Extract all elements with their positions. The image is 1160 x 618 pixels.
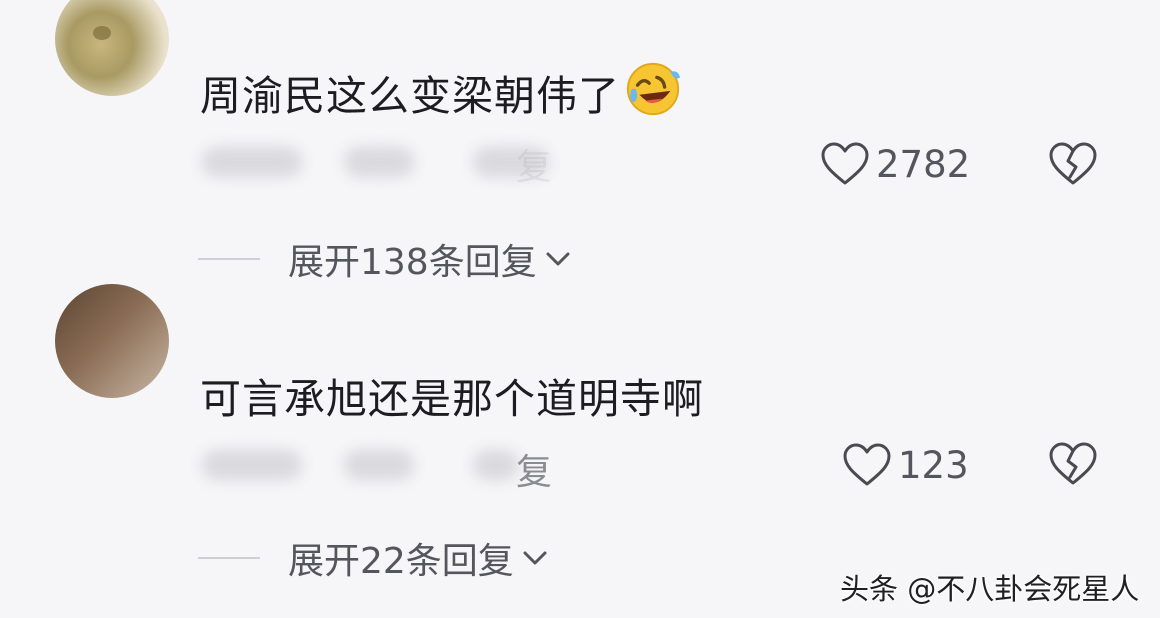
blurred-timestamp bbox=[202, 450, 302, 480]
heart-outline-icon bbox=[843, 443, 891, 486]
comment-text-content: 可言承旭还是那个道明寺啊 bbox=[200, 375, 704, 423]
broken-heart-icon bbox=[1049, 142, 1097, 185]
divider bbox=[198, 557, 260, 559]
heart-outline-icon bbox=[821, 142, 869, 185]
avatar[interactable] bbox=[55, 284, 169, 398]
avatar[interactable] bbox=[55, 0, 169, 96]
chevron-down-icon bbox=[546, 252, 570, 266]
comment-meta: 复 bbox=[198, 443, 598, 493]
expand-replies-button[interactable]: 展开22条回复 bbox=[198, 536, 550, 582]
chevron-down-icon bbox=[523, 551, 547, 565]
like-count: 123 bbox=[898, 443, 969, 487]
reply-button[interactable]: 复 bbox=[516, 138, 552, 190]
divider bbox=[198, 258, 260, 260]
comment-text: 周渝民这么变梁朝伟了 bbox=[200, 60, 682, 122]
watermark: 头条 @不八卦会死星人 bbox=[840, 572, 1140, 606]
blurred-location bbox=[344, 147, 414, 177]
like-count: 2782 bbox=[876, 142, 971, 186]
dislike-button[interactable] bbox=[1048, 141, 1098, 191]
blurred-location bbox=[344, 450, 414, 480]
reply-button[interactable]: 复 bbox=[516, 443, 552, 495]
rolling-on-floor-laughing-emoji-icon bbox=[626, 62, 681, 116]
broken-heart-icon bbox=[1049, 442, 1097, 485]
expand-replies-button[interactable]: 展开138条回复 bbox=[198, 237, 573, 283]
expand-replies-label: 展开138条回复 bbox=[288, 242, 537, 283]
expand-replies-label: 展开22条回复 bbox=[288, 541, 514, 582]
comment-text: 可言承旭还是那个道明寺啊 bbox=[200, 365, 704, 425]
comment-meta: 复 bbox=[198, 140, 598, 188]
like-button[interactable]: 2782 bbox=[820, 139, 970, 189]
blurred-reply bbox=[473, 450, 519, 480]
dislike-button[interactable] bbox=[1048, 441, 1098, 491]
blurred-timestamp bbox=[202, 147, 302, 177]
like-button[interactable]: 123 bbox=[842, 440, 969, 490]
comment-text-content: 周渝民这么变梁朝伟了 bbox=[200, 72, 620, 120]
